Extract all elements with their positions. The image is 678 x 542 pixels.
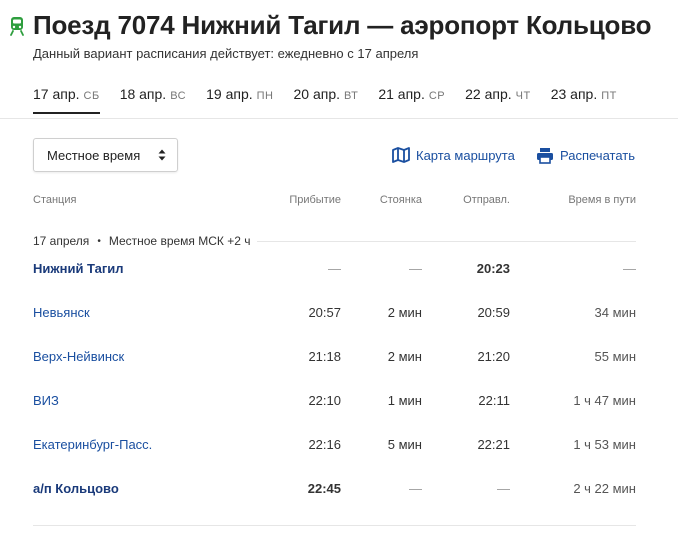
departure-time: 20:59: [477, 305, 510, 320]
tab-weekday: СР: [428, 90, 446, 102]
arrival-time: 22:45: [307, 481, 341, 496]
travel-time: 1 ч 53 мин: [573, 437, 636, 452]
map-icon: [392, 147, 410, 163]
arrival-time: 22:10: [308, 393, 341, 408]
tab-date-6[interactable]: 22 апр. ЧТ: [465, 86, 531, 112]
tab-weekday: ЧТ: [515, 90, 531, 102]
tab-date-label: 20 апр.: [293, 86, 341, 102]
stop-duration: 5 мин: [387, 437, 422, 452]
tab-weekday: ВС: [170, 90, 187, 102]
station-link[interactable]: ВИЗ: [33, 393, 59, 408]
tab-date-label: 21 апр.: [378, 86, 425, 102]
stop-duration: —: [409, 481, 422, 496]
date-tabs: 17 апр. СБ 18 апр. ВС 19 апр. ПН 20 апр. ВТ …: [33, 86, 637, 114]
station-link[interactable]: а/п Кольцово: [33, 481, 119, 496]
departure-time: 22:21: [477, 437, 510, 452]
table-row: ВИЗ 22:10 1 мин 22:11 1 ч 47 мин: [0, 393, 678, 413]
tab-date-2[interactable]: 18 апр. ВС: [120, 86, 186, 112]
table-bottom-divider: [33, 525, 636, 526]
printer-icon: [537, 148, 553, 164]
time-zone-select[interactable]: Местное время: [33, 138, 178, 172]
tab-date-label: 17 апр.: [33, 86, 80, 102]
table-row: Невьянск 20:57 2 мин 20:59 34 мин: [0, 305, 678, 325]
table-row: Нижний Тагил — — 20:23 —: [0, 261, 678, 281]
travel-time: 2 ч 22 мин: [573, 481, 636, 496]
column-header-station: Станция: [33, 194, 77, 206]
stop-duration: 2 мин: [387, 349, 422, 364]
table-row: а/п Кольцово 22:45 — — 2 ч 22 мин: [0, 481, 678, 501]
train-icon: [10, 16, 24, 36]
tab-date-label: 19 апр.: [206, 86, 253, 102]
tab-date-label: 23 апр.: [550, 86, 598, 102]
tab-date-7[interactable]: 23 апр. ПТ: [551, 86, 617, 112]
tab-date-label: 22 апр.: [465, 86, 512, 102]
departure-time: 21:20: [477, 349, 510, 364]
column-header-stop: Стоянка: [379, 194, 422, 206]
stop-duration: 2 мин: [387, 305, 422, 320]
tab-date-label: 18 апр.: [119, 86, 167, 102]
arrival-time: 22:16: [308, 437, 341, 452]
station-link[interactable]: Невьянск: [33, 305, 90, 320]
travel-time: 34 мин: [594, 305, 636, 320]
departure-time: —: [497, 481, 510, 496]
tab-date-5[interactable]: 21 апр. СР: [378, 86, 445, 112]
departure-time: 22:11: [478, 393, 510, 408]
time-zone-select-value: Местное время: [47, 147, 141, 163]
route-map-link[interactable]: Карта маршрута: [392, 147, 515, 163]
tab-date-3[interactable]: 19 апр. ПН: [206, 86, 273, 112]
column-header-arrival: Прибытие: [289, 194, 341, 206]
page-title: Поезд 7074 Нижний Тагил — аэропорт Кольц…: [33, 10, 652, 40]
schedule-validity: Данный вариант расписания действует: еже…: [33, 46, 419, 61]
select-caret-icon: [158, 149, 166, 161]
departure-time: 20:23: [476, 261, 510, 276]
arrival-time: —: [328, 261, 341, 276]
travel-time: 55 мин: [594, 349, 636, 364]
travel-time: 1 ч 47 мин: [573, 393, 636, 408]
stop-duration: —: [409, 261, 422, 276]
route-map-label: Карта маршрута: [416, 147, 515, 163]
arrival-time: 20:57: [308, 305, 341, 320]
tab-weekday: ВТ: [344, 90, 359, 102]
table-row: Верх-Нейвинск 21:18 2 мин 21:20 55 мин: [0, 349, 678, 369]
page-header: Поезд 7074 Нижний Тагил — аэропорт Кольц…: [9, 10, 652, 41]
station-link[interactable]: Нижний Тагил: [33, 261, 124, 276]
column-header-departure: Отправл.: [463, 194, 510, 206]
print-link[interactable]: Распечатать: [536, 147, 635, 164]
separator-dot: •: [97, 235, 101, 247]
tabs-divider: [0, 118, 678, 119]
group-timezone: Местное время МСК +2 ч: [108, 234, 251, 248]
tab-weekday: СБ: [83, 90, 100, 102]
station-link[interactable]: Екатеринбург-Пасс.: [33, 437, 152, 452]
group-date: 17 апреля: [33, 234, 90, 248]
tab-date-1[interactable]: 17 апр. СБ: [33, 86, 100, 114]
print-label: Распечатать: [560, 148, 636, 163]
arrival-time: 21:18: [308, 349, 341, 364]
travel-time: —: [623, 261, 636, 276]
date-group-header: 17 апреля • Местное время МСК +2 ч: [33, 234, 257, 248]
tab-weekday: ПН: [256, 90, 274, 102]
table-row: Екатеринбург-Пасс. 22:16 5 мин 22:21 1 ч…: [0, 437, 678, 457]
tab-weekday: ПТ: [601, 90, 617, 102]
station-link[interactable]: Верх-Нейвинск: [33, 349, 124, 364]
stop-duration: 1 мин: [387, 393, 422, 408]
column-header-travel-time: Время в пути: [568, 194, 636, 206]
tab-date-4[interactable]: 20 апр. ВТ: [294, 86, 359, 112]
